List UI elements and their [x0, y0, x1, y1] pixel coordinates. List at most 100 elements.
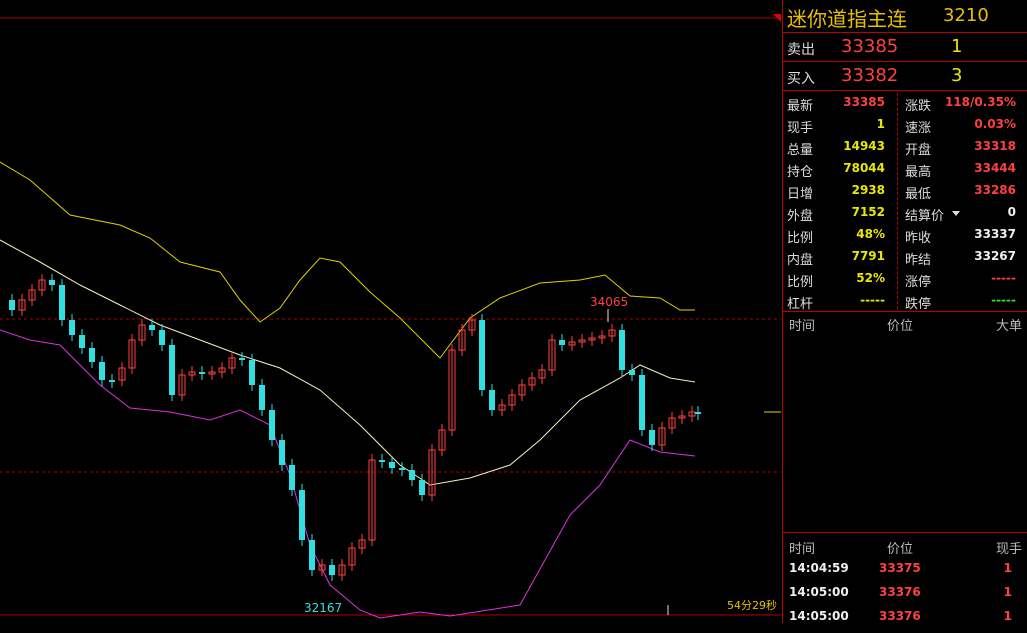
- buy-price: 33382: [841, 65, 899, 86]
- stat-row: 杠杆 ----- 跌停 -----: [783, 290, 1027, 312]
- candle-body: [389, 462, 395, 468]
- candle-body: [69, 320, 75, 335]
- stat-value: 33385: [843, 95, 885, 109]
- candle-body: [329, 565, 335, 575]
- stat-value: 2938: [851, 183, 885, 197]
- stat-label: 涨跌: [905, 99, 932, 114]
- candle-body: [9, 300, 15, 310]
- stat-value: 118/0.35%: [944, 95, 1016, 109]
- big-orders-section: 时间 价位 大单: [783, 312, 1027, 533]
- stat-row: 现手 1 速涨 0.03%: [783, 114, 1027, 136]
- stat-row: 总量 14943 开盘 33318: [783, 136, 1027, 158]
- stat-value: -----: [991, 271, 1016, 285]
- stat-value: 33444: [974, 161, 1016, 175]
- trade-time: 14:04:59: [789, 561, 849, 575]
- trade-time: 14:05:00: [789, 585, 849, 599]
- sell-quote-row[interactable]: 卖出 33385 1: [783, 33, 1027, 62]
- candle-body: [379, 460, 385, 462]
- stat-row: 最新 33385 涨跌 118/0.35%: [783, 92, 1027, 114]
- candle-body: [279, 440, 285, 465]
- stat-value: 33337: [974, 227, 1016, 241]
- candle-body: [259, 385, 265, 410]
- header-time: 时间: [789, 542, 816, 557]
- stat-label: 最新: [787, 99, 814, 114]
- stat-label: 涨停: [905, 275, 932, 290]
- stat-label: 最低: [905, 187, 932, 202]
- stat-value: -----: [991, 293, 1016, 307]
- header-time: 时间: [789, 319, 816, 334]
- buy-label: 买入: [787, 71, 815, 87]
- stat-label: 杠杆: [787, 297, 814, 312]
- trade-row: 14:05:00 33376 1: [783, 605, 1027, 627]
- stat-label: 最高: [905, 165, 932, 180]
- stat-row: 比例 48% 昨收 33337: [783, 224, 1027, 246]
- trade-row: 14:05:00 33376 1: [783, 581, 1027, 603]
- trade-time: 14:05:00: [789, 609, 849, 623]
- candle-body: [239, 358, 245, 360]
- stat-value: 33318: [974, 139, 1016, 153]
- sell-label: 卖出: [787, 42, 815, 58]
- trade-price: 33376: [879, 585, 921, 599]
- bar-countdown: 54分29秒: [727, 599, 777, 612]
- stat-label: 速涨: [905, 121, 932, 136]
- trade-row: 14:04:59 33375 1: [783, 557, 1027, 579]
- buy-volume: 3: [951, 65, 963, 86]
- stat-label: 比例: [787, 231, 814, 246]
- stat-value: 1: [876, 117, 885, 131]
- candle-body: [199, 372, 205, 374]
- stat-value: 7152: [851, 205, 885, 219]
- stat-row: 比例 52% 涨停 -----: [783, 268, 1027, 290]
- instrument-title[interactable]: 迷你道指主连 3210: [783, 0, 1027, 33]
- header-price: 价位: [887, 542, 914, 557]
- stat-value: 48%: [856, 227, 885, 241]
- candlestick-chart[interactable]: 34065 32167 54分29秒: [0, 0, 781, 623]
- candle-body: [479, 320, 485, 390]
- candle-body: [89, 348, 95, 362]
- trade-hand: 1: [1003, 561, 1012, 575]
- candle-body: [309, 540, 315, 570]
- quote-panel: 迷你道指主连 3210 卖出 33385 1 买入 33382 3 最新 3338…: [782, 0, 1027, 623]
- candle-body: [419, 480, 425, 495]
- candle-body: [409, 470, 415, 480]
- buy-quote-row[interactable]: 买入 33382 3: [783, 62, 1027, 91]
- stat-label: 总量: [787, 143, 814, 158]
- candle-body: [99, 362, 105, 380]
- stat-value: 52%: [856, 271, 885, 285]
- trade-hand: 1: [1003, 585, 1012, 599]
- kline-svg: 34065 32167: [0, 14, 781, 619]
- candle-body: [619, 330, 625, 370]
- candle-body: [59, 285, 65, 320]
- stat-value: 0: [1007, 205, 1016, 219]
- trades-section: 时间 价位 现手 14:04:59 33375 1 14:05:00 33376 1 14:…: [783, 533, 1027, 633]
- stat-value: 33267: [974, 249, 1016, 263]
- instrument-name: 迷你道指主连: [787, 7, 907, 31]
- header-hand: 现手: [995, 542, 1022, 557]
- stat-row: 持仓 78044 最高 33444: [783, 158, 1027, 180]
- header-big-order: 大单: [995, 319, 1022, 334]
- stat-value: -----: [860, 293, 885, 307]
- stat-label: 跌停: [905, 297, 932, 312]
- candle-body: [639, 375, 645, 430]
- low-price-label: 32167: [304, 601, 342, 615]
- stat-value: 33286: [974, 183, 1016, 197]
- stat-label: 结算价: [905, 209, 945, 224]
- stat-label: 日增: [787, 187, 814, 202]
- stat-label: 比例: [787, 275, 814, 290]
- stat-value: 78044: [843, 161, 885, 175]
- trade-price: 33376: [879, 609, 921, 623]
- settlement-dropdown-icon[interactable]: [952, 211, 960, 216]
- candle-body: [289, 465, 295, 490]
- candle-body: [299, 490, 305, 540]
- stat-row: 内盘 7791 昨结 33267: [783, 246, 1027, 268]
- candle-body: [399, 468, 405, 470]
- candle-body: [649, 430, 655, 445]
- bollinger-upper-line: [0, 161, 695, 359]
- header-price: 价位: [887, 319, 914, 334]
- trade-hand: 1: [1003, 609, 1012, 623]
- candle-body: [79, 335, 85, 348]
- candle-body: [109, 380, 115, 382]
- candle-body: [559, 340, 565, 345]
- stat-row: 外盘 7152 结算价 0: [783, 202, 1027, 224]
- candle-body: [629, 370, 635, 375]
- big-orders-header: 时间 价位 大单: [783, 312, 1027, 334]
